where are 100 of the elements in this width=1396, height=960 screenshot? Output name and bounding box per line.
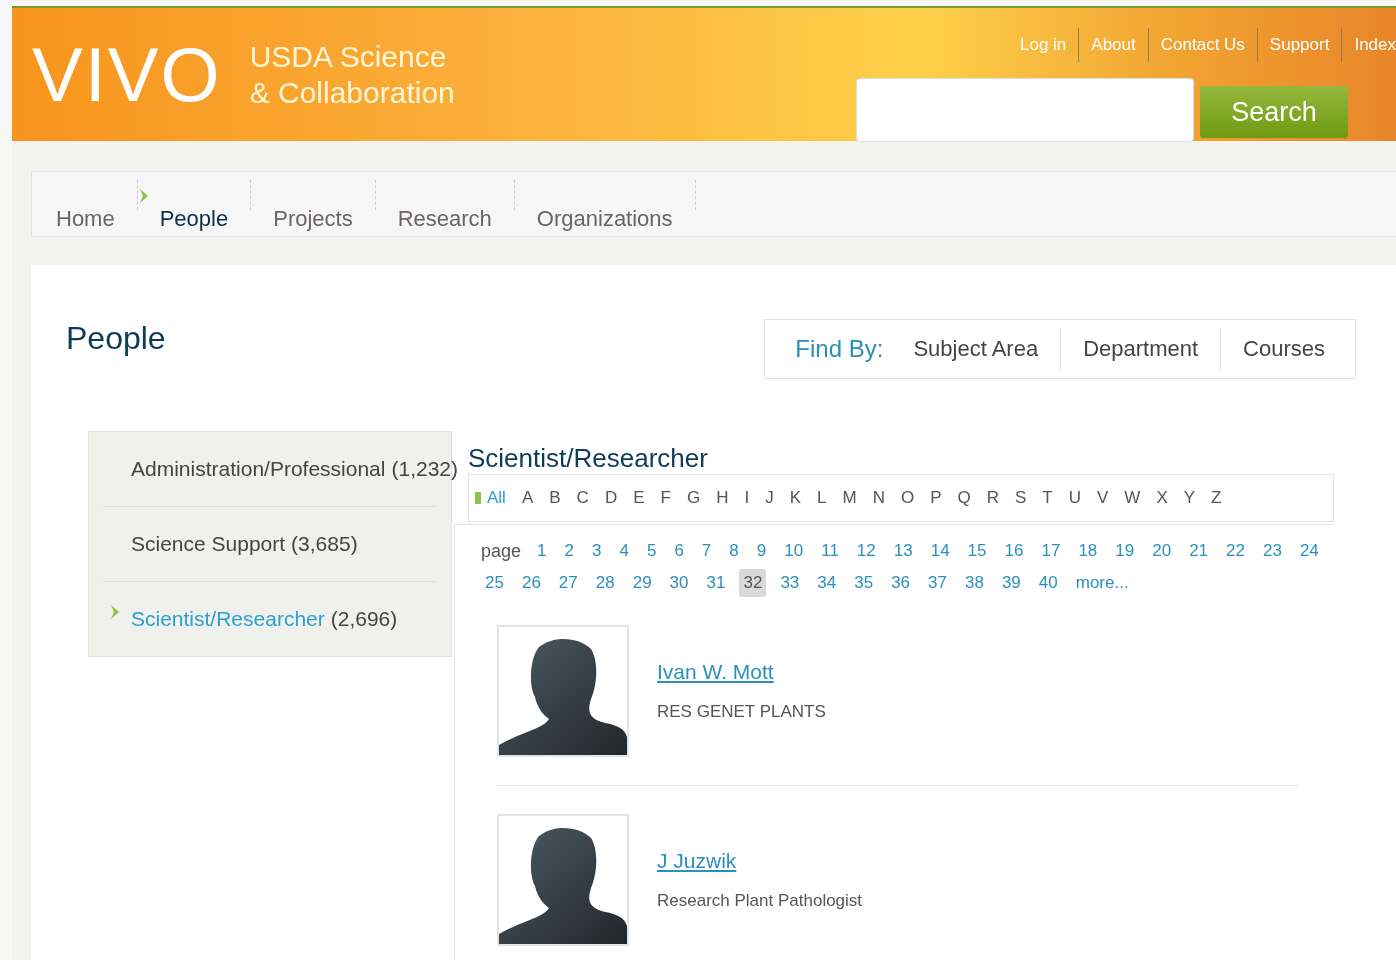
page-title: People: [66, 319, 166, 357]
page-link[interactable]: 33: [776, 569, 804, 597]
letter-filter[interactable]: I: [742, 488, 752, 508]
page-link[interactable]: 31: [702, 569, 730, 597]
top-link[interactable]: Support: [1257, 35, 1342, 55]
letter-filter[interactable]: A: [519, 488, 536, 508]
page-link[interactable]: 14: [926, 537, 954, 565]
find-by-link[interactable]: Courses: [1243, 336, 1325, 362]
site-subtitle: USDA Science: [249, 38, 448, 75]
top-link[interactable]: About: [1079, 35, 1148, 55]
page-link[interactable]: 6: [670, 537, 688, 565]
letter-filter[interactable]: J: [763, 488, 776, 508]
nav-tab[interactable]: Organizations: [536, 206, 695, 236]
letter-filter[interactable]: T: [1040, 488, 1055, 508]
letter-filter[interactable]: F: [658, 488, 673, 508]
page-link[interactable]: 28: [591, 569, 619, 597]
page-label: page: [481, 540, 522, 562]
letter-filter[interactable]: K: [787, 488, 803, 508]
nav-tab[interactable]: Home: [56, 206, 137, 236]
letter-filter[interactable]: P: [928, 488, 944, 508]
page-link[interactable]: 13: [889, 537, 917, 565]
letter-filter[interactable]: U: [1066, 488, 1083, 508]
page-link[interactable]: 26: [517, 569, 545, 597]
page-link[interactable]: 23: [1259, 537, 1286, 565]
letter-filter[interactable]: S: [1013, 488, 1029, 508]
page-link[interactable]: 38: [961, 569, 988, 597]
nav-tab[interactable]: Projects: [273, 206, 375, 236]
person-name-link[interactable]: Ivan W. Mott: [657, 660, 774, 684]
page-link[interactable]: 17: [1037, 537, 1065, 565]
nav-tab[interactable]: People: [159, 206, 251, 236]
letter-filter[interactable]: M: [840, 488, 859, 508]
page-link[interactable]: 40: [1034, 569, 1062, 597]
page-link[interactable]: 22: [1222, 537, 1249, 565]
page-link[interactable]: 24: [1295, 537, 1323, 565]
page-link[interactable]: 35: [850, 569, 878, 597]
find-by-label: Find By:: [795, 335, 884, 363]
page-link[interactable]: 1: [533, 537, 551, 565]
page-link[interactable]: 37: [924, 569, 951, 597]
page-link[interactable]: 39: [997, 569, 1025, 597]
page-link[interactable]: 36: [887, 569, 915, 597]
page-link[interactable]: 29: [628, 569, 656, 597]
item-count: (2,696): [330, 607, 398, 630]
letter-filter[interactable]: C: [574, 488, 591, 508]
page-link[interactable]: 8: [725, 537, 743, 565]
letter-filter[interactable]: W: [1122, 488, 1143, 508]
avatar-icon: [497, 625, 629, 757]
page-link[interactable]: 32: [739, 569, 767, 597]
page-link[interactable]: 11: [817, 537, 843, 565]
page-link[interactable]: 34: [813, 569, 841, 597]
page-link[interactable]: 12: [852, 537, 880, 565]
page-link[interactable]: 30: [665, 569, 693, 597]
logo[interactable]: VIVO: [32, 36, 222, 113]
letter-filter[interactable]: Y: [1181, 488, 1198, 508]
search-button[interactable]: Search: [1200, 86, 1348, 138]
page-link[interactable]: 19: [1111, 537, 1139, 565]
letter-filter[interactable]: O: [898, 488, 917, 508]
page-link[interactable]: 27: [554, 569, 582, 597]
page-link[interactable]: 25: [481, 569, 508, 597]
letter-filter[interactable]: Q: [955, 488, 973, 508]
top-link[interactable]: Contact Us: [1148, 35, 1257, 55]
letter-filter[interactable]: E: [631, 488, 647, 508]
page-link[interactable]: 15: [963, 537, 991, 565]
sidebar-item[interactable]: Scientist/Researcher: [131, 607, 325, 630]
page-link[interactable]: 20: [1148, 537, 1176, 565]
sidebar-item[interactable]: Administration/Professional: [131, 457, 386, 480]
page-link[interactable]: 4: [615, 537, 633, 565]
chevron-icon: [137, 188, 150, 204]
page-link[interactable]: 5: [642, 537, 661, 565]
section-title: Scientist/Researcher: [468, 443, 709, 474]
page-link[interactable]: 16: [1000, 537, 1028, 565]
find-by-link[interactable]: Department: [1083, 336, 1199, 362]
person-title: Research Plant Pathologist: [657, 891, 863, 911]
item-count: (1,232): [391, 457, 458, 480]
item-count: (3,685): [291, 532, 358, 555]
page-link[interactable]: 2: [560, 537, 578, 565]
find-by-link[interactable]: Subject Area: [913, 336, 1039, 362]
person-name-link[interactable]: J Juzwik: [657, 849, 737, 873]
letter-filter[interactable]: D: [602, 488, 620, 508]
letter-filter[interactable]: R: [984, 488, 1001, 508]
sidebar-item[interactable]: Science Support: [131, 532, 286, 555]
letter-filter[interactable]: V: [1095, 488, 1111, 508]
avatar-icon: [497, 814, 629, 946]
letter-filter[interactable]: H: [714, 488, 731, 508]
letter-filter[interactable]: X: [1154, 488, 1170, 508]
page-link[interactable]: 18: [1074, 537, 1102, 565]
search-field[interactable]: [856, 78, 1194, 142]
page-link[interactable]: 21: [1185, 537, 1213, 565]
more-link[interactable]: more...: [1071, 569, 1133, 597]
chevron-icon: [109, 604, 121, 620]
letter-filter[interactable]: Z: [1209, 488, 1224, 508]
top-link[interactable]: Index: [1342, 35, 1396, 55]
letter-filter[interactable]: N: [870, 488, 887, 508]
nav-tab[interactable]: Research: [397, 206, 514, 236]
page-link[interactable]: 10: [780, 537, 808, 565]
letter-filter[interactable]: L: [815, 488, 829, 508]
page-link[interactable]: 3: [588, 537, 606, 565]
letter-filter[interactable]: B: [547, 488, 563, 508]
page-link[interactable]: 9: [752, 537, 771, 565]
letter-filter[interactable]: G: [684, 488, 703, 508]
page-link[interactable]: 7: [697, 537, 716, 565]
